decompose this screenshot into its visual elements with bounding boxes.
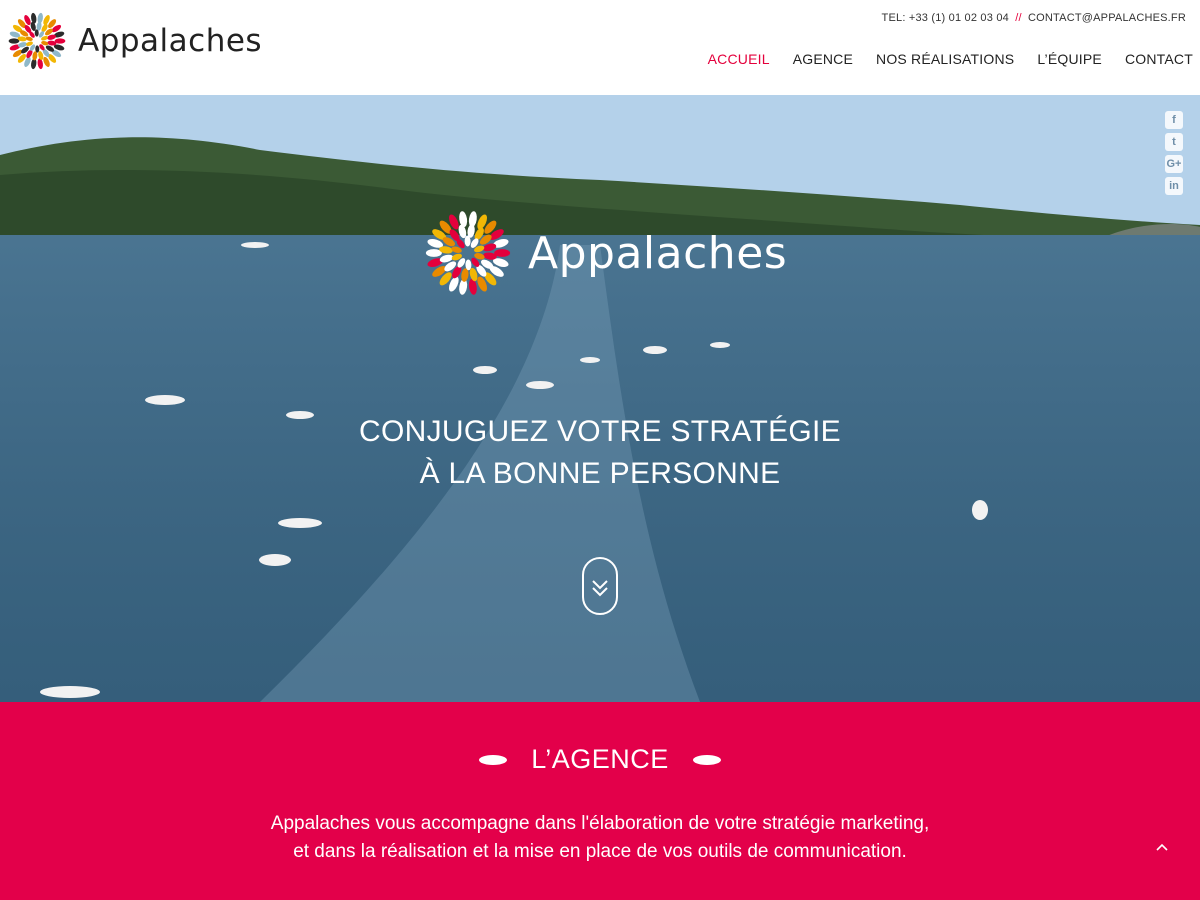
hero-brand-name: Appalaches xyxy=(528,227,788,279)
leaf-icon xyxy=(692,754,721,765)
back-to-top-icon[interactable] xyxy=(1154,840,1170,856)
nav-item-accueil[interactable]: ACCUEIL xyxy=(708,51,770,67)
logo-petal xyxy=(8,38,20,44)
flower-logo-icon xyxy=(425,211,511,295)
agence-title: L’AGENCE xyxy=(531,744,669,774)
agence-heading: L’AGENCE xyxy=(0,744,1200,775)
nav-item-equipe[interactable]: L’ÉQUIPE xyxy=(1037,51,1102,67)
header-logo[interactable]: Appalaches xyxy=(6,10,262,72)
logo-petal xyxy=(37,58,43,70)
agence-text-line-2: et dans la réalisation et la mise en pla… xyxy=(293,841,907,862)
logo-petal xyxy=(494,249,511,257)
flower-logo-icon xyxy=(8,12,66,70)
twitter-icon[interactable]: t xyxy=(1165,133,1183,151)
logo-petal xyxy=(425,249,442,257)
social-links: f t G+ in xyxy=(1165,111,1183,199)
phone-number[interactable]: TEL: +33 (1) 01 02 03 04 xyxy=(882,12,1009,24)
hero-tagline: CONJUGUEZ VOTRE STRATÉGIE À LA BONNE PER… xyxy=(0,411,1200,495)
agence-text-line-1: Appalaches vous accompagne dans l'élabor… xyxy=(270,813,930,834)
logo-petal xyxy=(31,12,37,24)
logo-petal xyxy=(54,38,66,44)
facebook-icon[interactable]: f xyxy=(1165,111,1183,129)
hero-banner: f t G+ in Appalaches CONJUGUEZ VOTRE STR… xyxy=(0,95,1200,702)
agence-section: L’AGENCE Appalaches vous accompagne dans… xyxy=(0,702,1200,900)
linkedin-icon[interactable]: in xyxy=(1165,177,1183,195)
scroll-down-button[interactable] xyxy=(582,557,618,615)
nav-item-realisations[interactable]: NOS RÉALISATIONS xyxy=(876,51,1014,67)
nav-item-agence[interactable]: AGENCE xyxy=(793,51,853,67)
contact-separator: // xyxy=(1015,12,1022,24)
contact-info: TEL: +33 (1) 01 02 03 04 // CONTACT@APPA… xyxy=(882,12,1186,24)
agence-description: Appalaches vous accompagne dans l'élabor… xyxy=(0,810,1200,866)
google-plus-icon[interactable]: G+ xyxy=(1165,155,1183,173)
nav-item-contact[interactable]: CONTACT xyxy=(1125,51,1193,67)
double-chevron-down-icon xyxy=(592,580,608,597)
tagline-line-2: À LA BONNE PERSONNE xyxy=(419,457,781,490)
site-header: Appalaches TEL: +33 (1) 01 02 03 04 // C… xyxy=(0,0,1200,95)
email-link[interactable]: CONTACT@APPALACHES.FR xyxy=(1028,12,1186,24)
leaf-icon xyxy=(479,754,508,765)
logo-petal xyxy=(459,211,468,228)
tagline-line-1: CONJUGUEZ VOTRE STRATÉGIE xyxy=(359,415,841,448)
hero-logo: Appalaches xyxy=(422,207,787,299)
logo-petal xyxy=(468,278,477,295)
brand-name: Appalaches xyxy=(78,23,263,59)
main-nav: ACCUEIL AGENCE NOS RÉALISATIONS L’ÉQUIPE… xyxy=(685,51,1193,67)
